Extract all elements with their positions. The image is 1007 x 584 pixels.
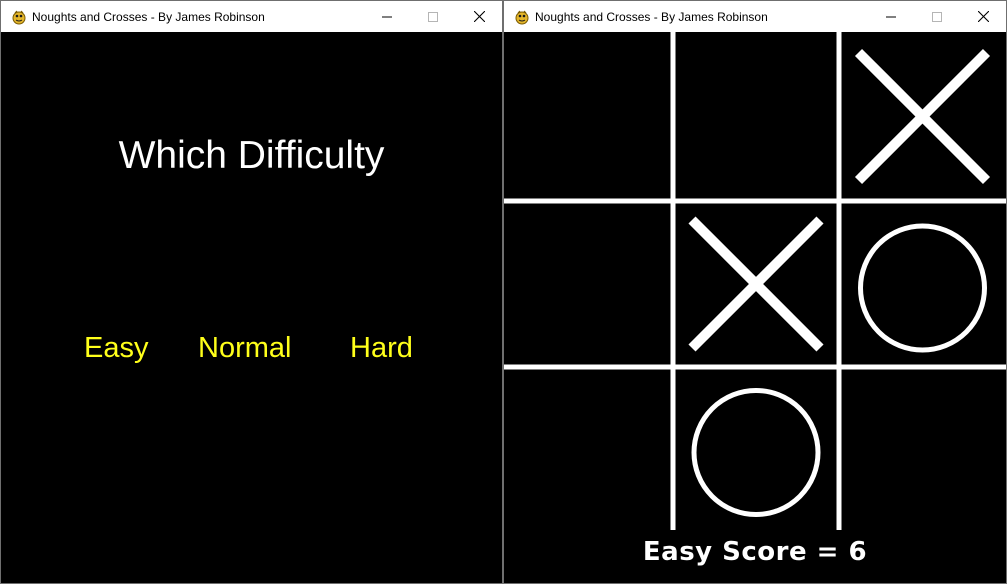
minimize-icon <box>886 16 896 17</box>
score-label: Easy Score = 6 <box>642 537 868 567</box>
minimize-button[interactable] <box>868 1 914 32</box>
hard-option[interactable]: Hard <box>350 332 413 365</box>
difficulty-window: Noughts and Crosses - By James Robinson … <box>0 0 503 584</box>
menu-screen: Which Difficulty Easy Normal Hard <box>1 32 502 583</box>
board-cell[interactable] <box>842 370 1003 527</box>
close-icon <box>473 11 485 22</box>
board-cell[interactable] <box>507 204 670 364</box>
title-bar[interactable]: Noughts and Crosses - By James Robinson <box>1 1 502 32</box>
minimize-icon <box>382 16 392 17</box>
python-snake-icon <box>514 9 530 25</box>
board-cell[interactable] <box>507 35 670 198</box>
game-window: Noughts and Crosses - By James Robinson … <box>503 0 1007 584</box>
minimize-button[interactable] <box>364 1 410 32</box>
board-cell[interactable] <box>676 370 836 527</box>
close-button[interactable] <box>456 1 502 32</box>
maximize-icon <box>932 11 942 22</box>
board-cell[interactable] <box>507 370 670 527</box>
close-button[interactable] <box>960 1 1006 32</box>
python-snake-icon <box>11 9 27 25</box>
maximize-button[interactable] <box>914 1 960 32</box>
maximize-icon <box>428 11 438 22</box>
window-title: Noughts and Crosses - By James Robinson <box>32 10 265 24</box>
difficulty-heading: Which Difficulty <box>118 134 385 177</box>
window-title: Noughts and Crosses - By James Robinson <box>535 10 768 24</box>
close-icon <box>977 11 989 22</box>
game-board[interactable] <box>504 32 1006 583</box>
maximize-button[interactable] <box>410 1 456 32</box>
board-cell[interactable] <box>676 35 836 198</box>
normal-option[interactable]: Normal <box>198 332 291 365</box>
game-screen: Easy Score = 6 <box>504 32 1006 583</box>
title-bar[interactable]: Noughts and Crosses - By James Robinson <box>504 1 1006 32</box>
easy-option[interactable]: Easy <box>84 332 148 365</box>
